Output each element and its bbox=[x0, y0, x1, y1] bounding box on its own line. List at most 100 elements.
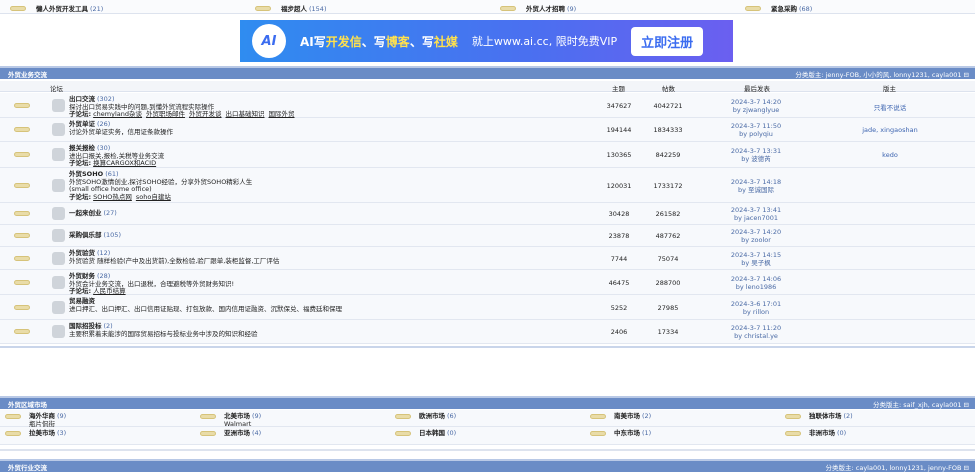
topics-count: 120031 bbox=[606, 181, 632, 190]
last-post-date[interactable]: 2024-3-7 11:20 bbox=[721, 324, 791, 332]
last-post-author[interactable]: by jacen7001 bbox=[721, 214, 791, 222]
forum-name[interactable]: 福步超人 bbox=[281, 5, 307, 13]
subforum-link[interactable]: 国际外贸 bbox=[269, 110, 295, 118]
forum-link[interactable]: 外贸验货 bbox=[69, 249, 95, 257]
divider bbox=[0, 346, 975, 348]
top-forum-item[interactable]: 外贸人才招聘 (9) bbox=[500, 3, 576, 13]
market-item[interactable]: 非洲市场 (0) bbox=[785, 429, 846, 438]
last-post-date[interactable]: 2024-3-7 11:50 bbox=[721, 122, 791, 130]
last-post[interactable]: 2024-3-6 17:01 by rillon bbox=[721, 300, 791, 316]
market-link[interactable]: 中东市场 bbox=[614, 429, 640, 437]
last-post-author[interactable]: by zoolor bbox=[721, 236, 791, 244]
top-forum-item[interactable]: 福步超人 (154) bbox=[255, 3, 326, 13]
forum-status-icon bbox=[200, 431, 216, 436]
forum-link[interactable]: 采购俱乐部 bbox=[69, 231, 102, 239]
last-post-author[interactable]: by rillon bbox=[721, 308, 791, 316]
subforum-link[interactable]: 换算CARGOX和ACID bbox=[93, 159, 156, 167]
market-item[interactable]: 中东市场 (1) bbox=[590, 429, 651, 438]
last-post[interactable]: 2024-3-7 13:41 by jacen7001 bbox=[721, 206, 791, 222]
forum-link[interactable]: 一起来创业 bbox=[69, 209, 102, 217]
last-post-date[interactable]: 2024-3-7 13:41 bbox=[721, 206, 791, 214]
section-title[interactable]: 外贸行业交流 bbox=[8, 462, 47, 472]
market-item[interactable]: 独联体市场 (2) bbox=[785, 412, 853, 421]
top-forum-item[interactable]: 懒人外贸开发工具 (21) bbox=[10, 3, 103, 13]
moderator-link[interactable]: jade, xingaoshan bbox=[840, 126, 940, 134]
section-header-industry[interactable]: 外贸行业交流 分类版主: cayla001, lonny1231, jenny-… bbox=[0, 459, 975, 472]
subforum-link[interactable]: 外贸职场邮件 bbox=[146, 110, 185, 118]
forum-label[interactable]: 外贸人才招聘 (9) bbox=[526, 3, 576, 13]
last-post-date[interactable]: 2024-3-7 13:31 bbox=[721, 147, 791, 155]
forum-name[interactable]: 懒人外贸开发工具 bbox=[36, 5, 88, 13]
forum-link[interactable]: 贸易融资 bbox=[69, 297, 95, 305]
market-item[interactable]: 欧洲市场 (6) bbox=[395, 412, 456, 421]
section-header-regional[interactable]: 外贸区域市场 分类版主: saif_xjh, cayla001 ⊟ bbox=[0, 396, 975, 409]
last-post-date[interactable]: 2024-3-6 17:01 bbox=[721, 300, 791, 308]
moderator-link[interactable]: kedo bbox=[840, 151, 940, 159]
last-post-author[interactable]: by christal.ye bbox=[721, 332, 791, 340]
market-item[interactable]: 亚洲市场 (4) bbox=[200, 429, 261, 438]
last-post-author[interactable]: by polyqiu bbox=[721, 130, 791, 138]
market-item[interactable]: 日本韩国 (0) bbox=[395, 429, 456, 438]
last-post-date[interactable]: 2024-3-7 14:20 bbox=[721, 228, 791, 236]
moderator-link[interactable]: 只看不说话 bbox=[840, 102, 940, 112]
market-item[interactable]: 南美市场 (2) bbox=[590, 412, 651, 421]
forum-link[interactable]: 国际招投标 bbox=[69, 322, 102, 330]
subforum-link[interactable]: 外贸开发谈 bbox=[189, 110, 222, 118]
market-item[interactable]: 北美市场 (9) Walmart bbox=[200, 412, 261, 428]
market-link[interactable]: 亚洲市场 bbox=[224, 429, 250, 437]
last-post-author[interactable]: by zjwanglyue bbox=[721, 106, 791, 114]
section-title[interactable]: 外贸区域市场 bbox=[8, 399, 47, 409]
section-title[interactable]: 外贸业务交流 bbox=[8, 69, 47, 79]
last-post-author[interactable]: by 波德芮 bbox=[721, 155, 791, 163]
subforum-link[interactable]: soho自建站 bbox=[136, 193, 171, 201]
market-link[interactable]: 南美市场 bbox=[614, 412, 640, 420]
market-item[interactable]: 海外华商 (9) 瓶片侃街 bbox=[5, 412, 67, 428]
forum-name[interactable]: 紧急采购 bbox=[771, 5, 797, 13]
subforum-link[interactable]: 人民币结算 bbox=[93, 287, 126, 295]
last-post[interactable]: 2024-3-7 14:18 by 至诚国际 bbox=[721, 178, 791, 194]
last-post-author[interactable]: by 至诚国际 bbox=[721, 186, 791, 194]
last-post[interactable]: 2024-3-7 11:50 by polyqiu bbox=[721, 122, 791, 138]
market-count: (9) bbox=[57, 412, 67, 420]
market-title: 独联体市场 (2) bbox=[809, 412, 853, 421]
last-post[interactable]: 2024-3-7 14:20 by zjwanglyue bbox=[721, 98, 791, 114]
market-link[interactable]: 拉美市场 bbox=[29, 429, 55, 437]
forum-label[interactable]: 紧急采购 (68) bbox=[771, 3, 812, 13]
subforum-link[interactable]: 出口基础知识 bbox=[226, 110, 265, 118]
forum-name[interactable]: 外贸人才招聘 bbox=[526, 5, 565, 13]
market-link[interactable]: 日本韩国 bbox=[419, 429, 445, 437]
ad-banner[interactable]: AI AI写开发信、写博客、写社媒 就上www.ai.cc, 限时免费VIP 立… bbox=[240, 20, 733, 62]
forum-link[interactable]: 报关报检 bbox=[69, 144, 95, 152]
forum-label[interactable]: 懒人外贸开发工具 (21) bbox=[36, 3, 103, 13]
last-post[interactable]: 2024-3-7 13:31 by 波德芮 bbox=[721, 147, 791, 163]
market-link[interactable]: 海外华商 bbox=[29, 412, 55, 420]
forum-link[interactable]: 出口交流 bbox=[69, 95, 95, 103]
subforum-link[interactable]: chemyland杂谈 bbox=[93, 110, 142, 118]
subforum-label: 子论坛: bbox=[69, 287, 92, 295]
forum-label[interactable]: 福步超人 (154) bbox=[281, 3, 326, 13]
last-post-date[interactable]: 2024-3-7 14:06 bbox=[721, 275, 791, 283]
top-forum-item[interactable]: 紧急采购 (68) bbox=[745, 3, 812, 13]
last-post-date[interactable]: 2024-3-7 14:18 bbox=[721, 178, 791, 186]
last-post-author[interactable]: by 吴子枫 bbox=[721, 259, 791, 267]
register-button[interactable]: 立即注册 bbox=[631, 26, 704, 56]
market-link[interactable]: 北美市场 bbox=[224, 412, 250, 420]
last-post[interactable]: 2024-3-7 11:20 by christal.ye bbox=[721, 324, 791, 340]
forum-link[interactable]: 外贸SOHO bbox=[69, 170, 103, 178]
market-link[interactable]: 欧洲市场 bbox=[419, 412, 445, 420]
last-post[interactable]: 2024-3-7 14:15 by 吴子枫 bbox=[721, 251, 791, 267]
forum-row: 外贸验货 (12) 外贸验货 随样检验(产中及出货前),全数检验,验厂跟单,装柜监督… bbox=[0, 247, 975, 270]
market-link[interactable]: 独联体市场 bbox=[809, 412, 842, 420]
forum-link[interactable]: 外贸单证 bbox=[69, 120, 95, 128]
last-post-author[interactable]: by leno1986 bbox=[721, 283, 791, 291]
last-post-date[interactable]: 2024-3-7 14:15 bbox=[721, 251, 791, 259]
ai-logo-icon: AI bbox=[252, 24, 286, 58]
last-post[interactable]: 2024-3-7 14:06 by leno1986 bbox=[721, 275, 791, 291]
forum-link[interactable]: 外贸财务 bbox=[69, 272, 95, 280]
subforum-link[interactable]: SOHO热点网 bbox=[93, 193, 132, 201]
section-header-trade[interactable]: 外贸业务交流 分类版主: jenny-FOB, 小小的风, lonny1231,… bbox=[0, 66, 975, 79]
market-item[interactable]: 拉美市场 (3) bbox=[5, 429, 66, 438]
last-post-date[interactable]: 2024-3-7 14:20 bbox=[721, 98, 791, 106]
last-post[interactable]: 2024-3-7 14:20 by zoolor bbox=[721, 228, 791, 244]
market-link[interactable]: 非洲市场 bbox=[809, 429, 835, 437]
